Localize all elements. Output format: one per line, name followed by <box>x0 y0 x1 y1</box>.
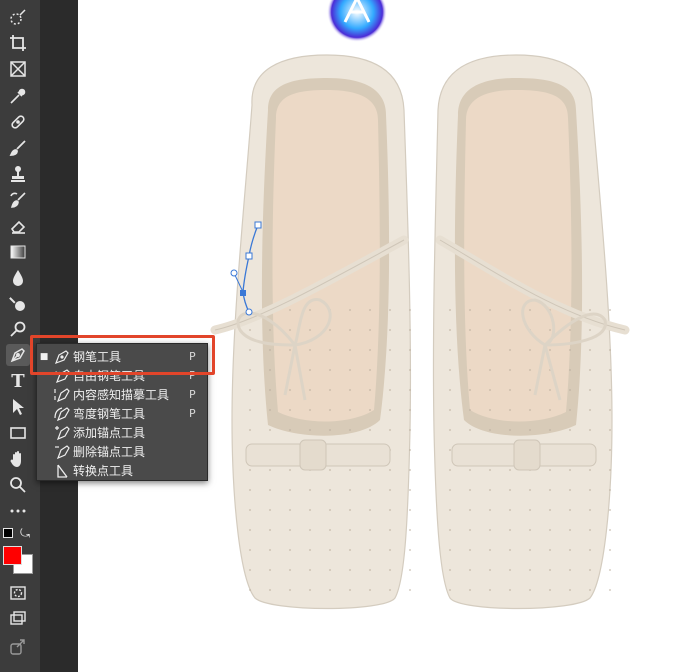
content-aware-tracing-icon <box>51 387 73 403</box>
curvature-pen-icon <box>51 406 73 422</box>
menu-item-label: 转换点工具 <box>73 464 134 478</box>
clone-stamp-icon[interactable] <box>6 163 30 185</box>
blur-icon[interactable] <box>6 267 30 289</box>
quick-mask-icon[interactable] <box>6 582 30 604</box>
menu-item-convert-point-tool[interactable]: 转换点工具 <box>37 461 207 480</box>
menu-item-content-aware-tracing-tool[interactable]: 内容感知描摹工具 P <box>37 385 207 404</box>
more-tools-icon[interactable] <box>6 500 30 522</box>
shortcut-key: P <box>189 388 196 401</box>
crop-icon[interactable] <box>6 32 30 54</box>
add-anchor-icon <box>51 425 73 441</box>
hand-icon[interactable] <box>6 448 30 470</box>
healing-brush-icon[interactable] <box>6 111 30 133</box>
foreground-color-swatch[interactable] <box>3 546 22 565</box>
type-icon[interactable]: T <box>6 370 30 392</box>
left-shoe <box>210 54 412 610</box>
pen-icon[interactable] <box>6 344 30 366</box>
path-selection-icon[interactable] <box>6 396 30 418</box>
menu-item-label: 添加锚点工具 <box>73 426 146 440</box>
pen-tool-highlight-box <box>30 335 215 375</box>
swap-colors-icon[interactable]: ⤿ <box>20 526 34 540</box>
menu-item-label: 内容感知描摹工具 <box>73 388 170 402</box>
menu-item-label: 弯度钢笔工具 <box>73 407 146 421</box>
frame-icon[interactable] <box>6 58 30 80</box>
sponge-icon[interactable] <box>6 318 30 340</box>
brush-icon[interactable] <box>6 137 30 159</box>
eyedropper-icon[interactable] <box>6 85 30 107</box>
convert-point-icon <box>51 463 73 479</box>
menu-item-add-anchor-point-tool[interactable]: 添加锚点工具 <box>37 423 207 442</box>
gradient-icon[interactable] <box>6 241 30 263</box>
menu-item-curvature-pen-tool[interactable]: 弯度钢笔工具 P <box>37 404 207 423</box>
menu-item-label: 删除锚点工具 <box>73 445 146 459</box>
watermark-logo <box>327 0 387 42</box>
menu-item-delete-anchor-point-tool[interactable]: 删除锚点工具 <box>37 442 207 461</box>
rectangle-icon[interactable] <box>6 422 30 444</box>
delete-anchor-icon <box>51 444 73 460</box>
quick-selection-icon[interactable] <box>6 6 30 28</box>
default-colors-icon[interactable] <box>3 528 13 538</box>
right-shoe <box>432 54 630 610</box>
eraser-icon[interactable] <box>6 215 30 237</box>
screen-mode-icon[interactable] <box>6 608 30 630</box>
zoom-icon[interactable] <box>6 474 30 496</box>
shortcut-key: P <box>189 407 196 420</box>
dodge-icon[interactable] <box>6 293 30 315</box>
share-icon[interactable] <box>6 636 30 658</box>
history-brush-icon[interactable] <box>6 189 30 211</box>
